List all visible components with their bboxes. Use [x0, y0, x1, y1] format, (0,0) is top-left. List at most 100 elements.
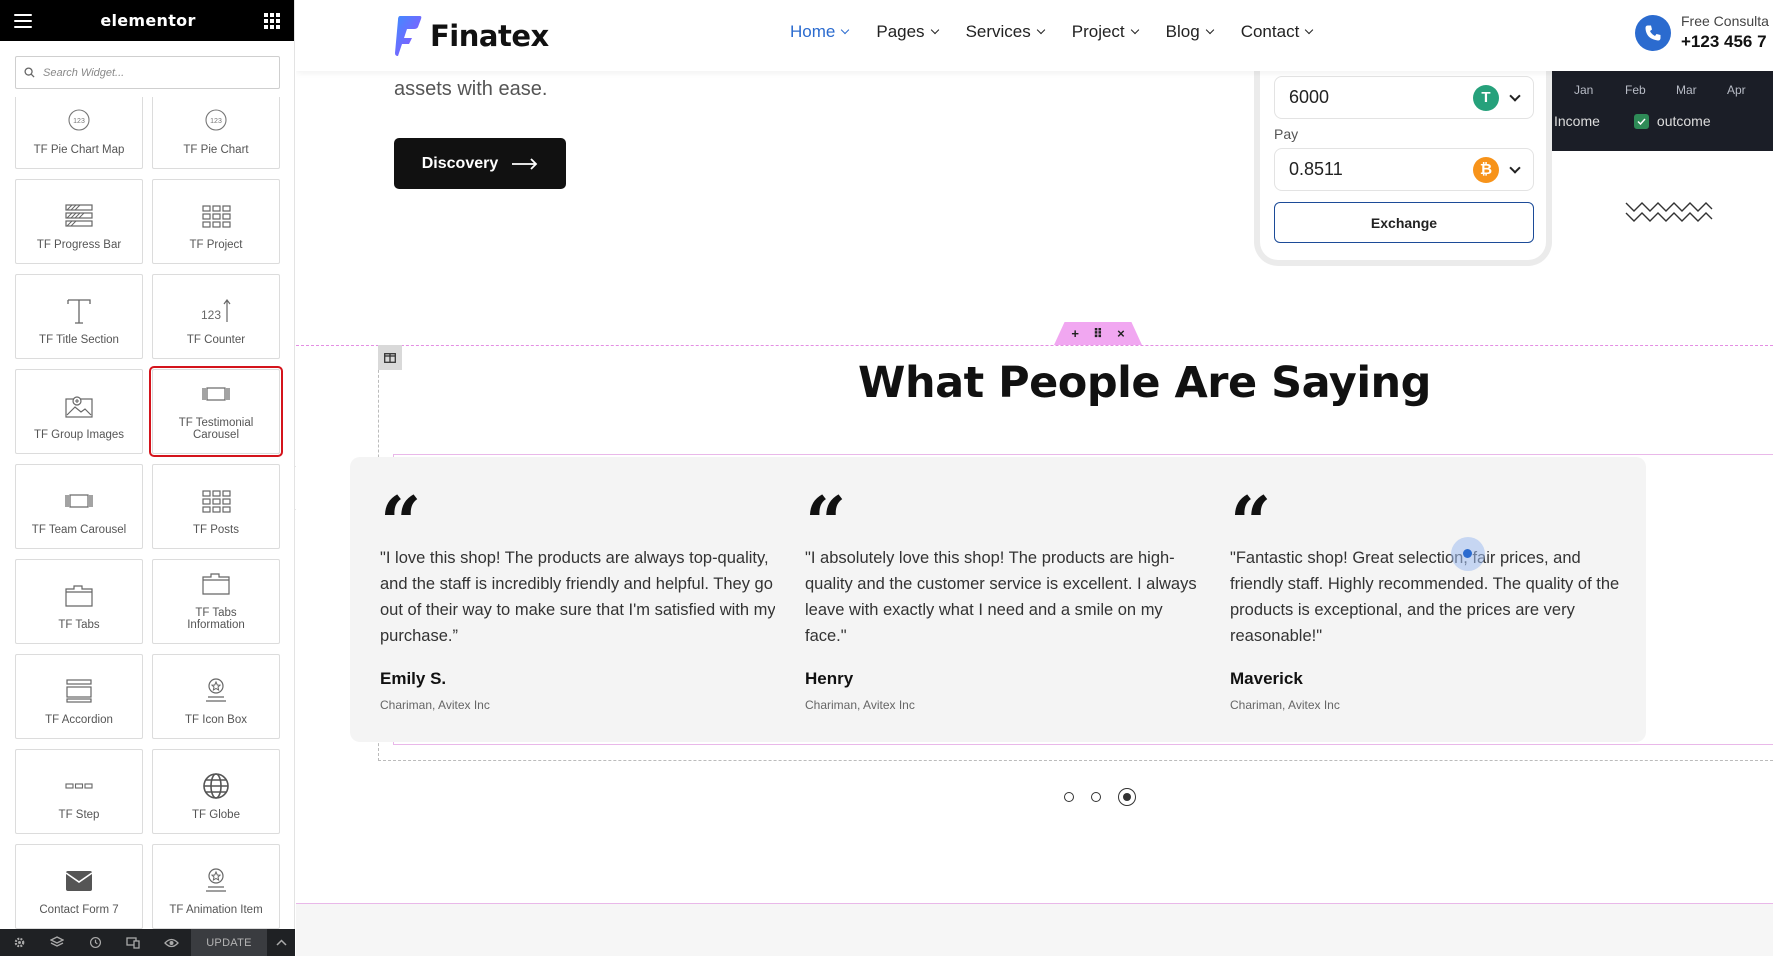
widget-tf-icon-box[interactable]: TF Icon Box [152, 654, 280, 739]
widget-label: TF Globe [192, 809, 240, 821]
grid-icon [198, 201, 234, 231]
month-label: Jan [1574, 83, 1594, 97]
widget-tf-group-images[interactable]: TF Group Images [15, 369, 143, 454]
panel-title: elementor [100, 11, 196, 30]
receive-value: 6000 [1289, 87, 1330, 107]
finatex-logo-icon [395, 16, 422, 56]
widget-tf-progress-bar[interactable]: TF Progress Bar [15, 179, 143, 264]
widget-tf-animation-item[interactable]: TF Animation Item [152, 844, 280, 929]
globe-icon [198, 771, 234, 801]
widget-tf-tabs[interactable]: TF Tabs [15, 559, 143, 644]
widget-tf-title-section[interactable]: TF Title Section [15, 274, 143, 359]
testimonial-card: “"Fantastic shop! Great selection, fair … [1200, 457, 1646, 742]
widget-label: TF Progress Bar [36, 239, 122, 251]
history-icon[interactable] [76, 929, 114, 956]
panel-footer: UPDATE [0, 929, 295, 956]
chevron-down-icon[interactable] [1509, 89, 1521, 102]
pagination-dot[interactable] [1091, 792, 1101, 802]
section-handle[interactable]: + ⠿ × [1054, 322, 1142, 345]
chevron-down-icon [1036, 25, 1045, 35]
widget-label: TF Icon Box [185, 714, 247, 726]
widget-search[interactable] [15, 56, 280, 89]
layers-icon[interactable] [38, 929, 76, 956]
chevron-down-icon [1130, 25, 1139, 35]
consult-phone: +123 456 7 [1681, 32, 1767, 51]
settings-icon[interactable] [0, 929, 38, 956]
search-icon [24, 67, 35, 78]
checkbox-check-icon[interactable] [1633, 113, 1649, 129]
pay-value: 0.8511 [1289, 159, 1343, 179]
chevron-down-icon[interactable] [1509, 161, 1521, 174]
images-icon [61, 391, 97, 421]
month-label: Feb [1625, 83, 1646, 97]
nav-item-services[interactable]: Services [965, 22, 1045, 42]
menu-icon[interactable] [14, 13, 32, 28]
drag-handle-icon[interactable]: ⠿ [1093, 326, 1103, 342]
search-input[interactable] [43, 66, 263, 79]
nav-item-home[interactable]: Home [790, 22, 850, 42]
progress-bar-icon [61, 201, 97, 231]
chevron-down-icon [1205, 25, 1214, 35]
widget-tf-globe[interactable]: TF Globe [152, 749, 280, 834]
chevron-up-icon[interactable] [267, 929, 295, 956]
pagination-dot[interactable] [1064, 792, 1074, 802]
svg-text:123: 123 [201, 308, 221, 322]
icon-box-icon [198, 866, 234, 896]
widget-tf-accordion[interactable]: TF Accordion [15, 654, 143, 739]
next-section [296, 904, 1773, 956]
nav-item-project[interactable]: Project [1072, 22, 1139, 42]
pagination-dot[interactable] [1118, 788, 1136, 806]
consult-block[interactable]: Free Consulta +123 456 7 [1635, 13, 1769, 52]
legend-outcome: outcome [1656, 113, 1711, 129]
update-button[interactable]: UPDATE [191, 929, 267, 956]
step-dots-icon [61, 771, 97, 801]
nav-item-contact[interactable]: Contact [1240, 22, 1314, 42]
chevron-down-icon [930, 25, 939, 35]
widget-tf-team-carousel[interactable]: TF Team Carousel [15, 464, 143, 549]
preview-eye-icon[interactable] [152, 929, 190, 956]
legend-income: Income [1554, 113, 1600, 129]
bitcoin-coin-icon: ₿ [1473, 156, 1499, 183]
tether-coin-icon: T [1473, 84, 1499, 111]
month-label: Apr [1727, 83, 1746, 97]
widget-contact-form-7[interactable]: Contact Form 7 [15, 844, 143, 929]
widget-tf-testimonial-carousel[interactable]: TF Testimonial Carousel [149, 366, 283, 457]
site-logo[interactable]: Finatex [394, 16, 549, 56]
nav-label: Home [790, 22, 836, 41]
widget-tf-posts[interactable]: TF Posts [152, 464, 280, 549]
testimonial-role: Chariman, Avitex Inc [380, 698, 490, 712]
widget-tf-counter[interactable]: 123 TF Counter [152, 274, 280, 359]
nav-item-pages[interactable]: Pages [876, 22, 939, 42]
discovery-button[interactable]: Discovery [394, 138, 566, 189]
phone-icon [1635, 14, 1671, 51]
testimonial-role: Chariman, Avitex Inc [1230, 698, 1340, 712]
pie-chart-123-icon: 123 [198, 106, 234, 136]
widget-label: TF Project [189, 239, 243, 251]
widget-tf-project[interactable]: TF Project [152, 179, 280, 264]
widget-label: TF Step [58, 809, 100, 821]
nav-label: Services [965, 22, 1031, 41]
widget-label: TF Animation Item [169, 904, 263, 916]
nav-label: Contact [1240, 22, 1300, 41]
nav-item-blog[interactable]: Blog [1166, 22, 1214, 42]
widget-tf-step[interactable]: TF Step [15, 749, 143, 834]
exchange-button[interactable]: Exchange [1274, 202, 1534, 243]
pay-label: Pay [1274, 126, 1299, 142]
close-icon[interactable]: × [1117, 326, 1125, 341]
responsive-icon[interactable] [114, 929, 152, 956]
carousel-pagination [1064, 788, 1136, 806]
zigzag-decoration-icon [1625, 202, 1713, 222]
chevron-down-icon [841, 25, 850, 35]
widget-tf-pie-chart[interactable]: 123 TF Pie Chart [152, 97, 280, 169]
apps-grid-icon[interactable] [264, 12, 280, 29]
tabs-icon [61, 581, 97, 611]
elementor-panel: elementor 123 TF Pie Chart Map 123 TF Pie C… [0, 0, 295, 956]
pay-field[interactable]: 0.8511 ₿ [1274, 148, 1534, 191]
widget-list: 123 TF Pie Chart Map 123 TF Pie Chart TF Pro… [0, 97, 295, 929]
testimonial-text: "I love this shop! The products are alwa… [380, 549, 776, 645]
widget-tf-pie-chart-map[interactable]: 123 TF Pie Chart Map [15, 97, 143, 169]
widget-label: TF Tabs [58, 619, 100, 631]
add-icon[interactable]: + [1071, 326, 1079, 341]
receive-field[interactable]: 6000 T [1274, 76, 1534, 119]
widget-tf-tabs-information[interactable]: TF Tabs Information [152, 559, 280, 644]
